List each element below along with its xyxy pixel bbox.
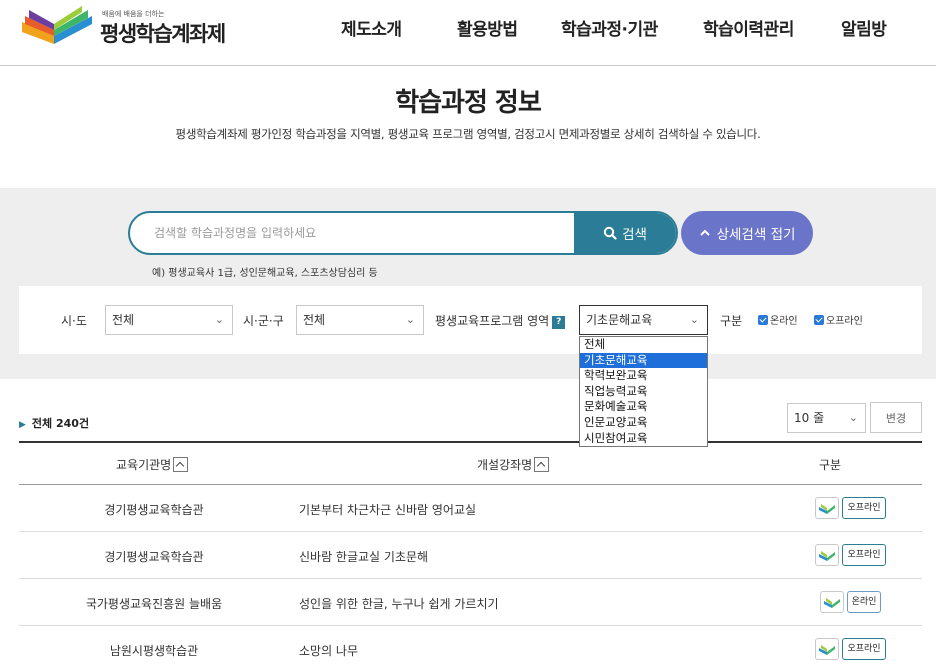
offline-checkbox[interactable]: [814, 315, 824, 325]
nav-item-notice[interactable]: 알림방: [841, 15, 887, 40]
nav-item-usage[interactable]: 활용방법: [457, 15, 518, 40]
cell-course[interactable]: 기본부터 차근차근 신바람 영어교실: [299, 501, 476, 518]
dropdown-option[interactable]: 학력보완교육: [580, 368, 707, 384]
cell-type: 오프라인: [779, 637, 922, 661]
header-institution-label: 교육기관명: [116, 458, 172, 472]
search-hint: 예) 평생교육사 1급, 성인문해교육, 스포츠상담심리 등: [152, 268, 378, 279]
result-total: ▶ 전체 240건: [19, 415, 89, 431]
dropdown-option[interactable]: 인문교양교육: [580, 415, 707, 431]
result-total-label: 전체 240건: [31, 417, 90, 430]
help-icon[interactable]: ?: [552, 316, 566, 329]
cell-institution[interactable]: 경기평생교육학습관: [19, 548, 289, 565]
book-icon: [815, 638, 840, 660]
table-row[interactable]: 경기평생교육학습관 기본부터 차근차근 신바람 영어교실 오프라인: [19, 485, 922, 532]
header-course: 개설강좌명: [477, 456, 550, 473]
table-row[interactable]: 남원시평생학습관 소망의 나무 오프라인: [19, 626, 922, 669]
cell-institution[interactable]: 경기평생교육학습관: [19, 501, 289, 518]
sigungu-select[interactable]: 전체 ⌄: [296, 305, 424, 335]
page-description: 평생학습계좌제 평가인정 학습과정을 지역별, 평생교육 프로그램 영역별, 검…: [175, 127, 761, 141]
nav-item-system[interactable]: 제도소개: [341, 15, 402, 40]
change-button[interactable]: 변경: [870, 402, 922, 433]
cell-type: 오프라인: [779, 543, 922, 567]
dropdown-option[interactable]: 문화예술교육: [580, 399, 707, 415]
nav-item-history[interactable]: 학습이력관리: [703, 15, 794, 40]
header-course-label: 개설강좌명: [477, 458, 533, 472]
book-icon: [815, 544, 840, 566]
table-row[interactable]: 경기평생교육학습관 신바람 한글교실 기초문해 오프라인: [19, 532, 922, 579]
offline-badge: 오프라인: [842, 544, 886, 566]
offline-badge: 오프라인: [842, 497, 886, 519]
book-icon: [815, 497, 840, 519]
site-header: 배움에 배움을 더하는 평생학습계좌제 제도소개 활용방법 학습과정·기관 학습…: [0, 0, 936, 66]
search-button-label: 검색: [622, 227, 647, 243]
main-nav: 제도소개 활용방법 학습과정·기관 학습이력관리 알림방: [0, 15, 936, 40]
sido-select[interactable]: 전체 ⌄: [105, 305, 233, 335]
cell-type: 온라인: [779, 590, 922, 614]
detail-filter-panel: 시·도 전체 ⌄ 시·군·구 전체 ⌄ 평생교육프로그램 영역? 기초문해교육 …: [19, 286, 922, 354]
cell-course[interactable]: 성인을 위한 한글, 누구나 쉽게 가르치기: [299, 595, 499, 612]
page-title: 학습과정 정보: [395, 88, 542, 118]
chevron-down-icon: ⌄: [214, 313, 224, 326]
offline-badge: 오프라인: [842, 638, 886, 660]
sigungu-select-value: 전체: [303, 313, 326, 327]
dropdown-option-selected[interactable]: 기초문해교육: [580, 352, 707, 369]
sido-select-value: 전체: [112, 313, 135, 327]
chevron-down-icon: ⌄: [405, 313, 415, 326]
chevron-down-icon: ⌄: [848, 411, 858, 424]
search-button[interactable]: 검색: [574, 213, 676, 253]
sort-course-button[interactable]: [534, 457, 550, 472]
program-area-label: 평생교육프로그램 영역?: [435, 312, 566, 329]
cell-course[interactable]: 소망의 나무: [299, 642, 358, 659]
chevron-down-icon: ⌄: [689, 313, 699, 326]
book-icon: [819, 591, 844, 613]
header-type: 구분: [819, 458, 842, 472]
sort-institution-button[interactable]: [173, 457, 189, 472]
table-row[interactable]: 국가평생교육진흥원 늘배움 성인을 위한 한글, 누구나 쉽게 가르치기 온라인: [19, 579, 922, 626]
detail-search-toggle-label: 상세검색 접기: [716, 227, 796, 243]
search-icon: [603, 226, 617, 240]
offline-checkbox-label[interactable]: 오프라인: [826, 312, 863, 327]
cell-course[interactable]: 신바람 한글교실 기초문해: [299, 548, 428, 565]
rows-per-page-value: 10 줄: [794, 411, 825, 425]
header-institution: 교육기관명: [116, 456, 189, 473]
program-area-label-text: 평생교육프로그램 영역: [435, 314, 550, 328]
cell-institution[interactable]: 국가평생교육진흥원 늘배움: [19, 595, 289, 612]
search-panel: 검색 상세검색 접기 예) 평생교육사 1급, 성인문해교육, 스포츠상담심리 …: [0, 188, 936, 379]
dropdown-option[interactable]: 시민참여교육: [580, 431, 707, 447]
search-input[interactable]: [130, 213, 576, 253]
dropdown-option[interactable]: 직업능력교육: [580, 384, 707, 400]
online-badge: 온라인: [846, 591, 882, 613]
search-box: 검색: [128, 211, 678, 255]
chevron-up-icon: [699, 229, 710, 236]
program-area-dropdown-list: 전체 기초문해교육 학력보완교육 직업능력교육 문화예술교육 인문교양교육 시민…: [579, 336, 708, 447]
program-area-select[interactable]: 기초문해교육 ⌄: [579, 305, 708, 335]
detail-search-toggle-button[interactable]: 상세검색 접기: [681, 211, 813, 255]
sido-label: 시·도: [61, 314, 87, 328]
cell-type: 오프라인: [779, 496, 922, 520]
table-header: 교육기관명 개설강좌명 구분: [19, 441, 922, 485]
rows-per-page-select[interactable]: 10 줄 ⌄: [787, 403, 866, 433]
type-label: 구분: [720, 314, 743, 328]
program-area-select-value: 기초문해교육: [586, 313, 653, 327]
cell-institution[interactable]: 남원시평생학습관: [19, 642, 289, 659]
dropdown-option[interactable]: 전체: [580, 337, 707, 353]
nav-item-courses[interactable]: 학습과정·기관: [561, 15, 658, 40]
online-checkbox[interactable]: [758, 315, 768, 325]
triangle-bullet-icon: ▶: [19, 420, 26, 430]
sigungu-label: 시·군·구: [243, 314, 284, 328]
online-checkbox-label[interactable]: 온라인: [770, 312, 798, 327]
